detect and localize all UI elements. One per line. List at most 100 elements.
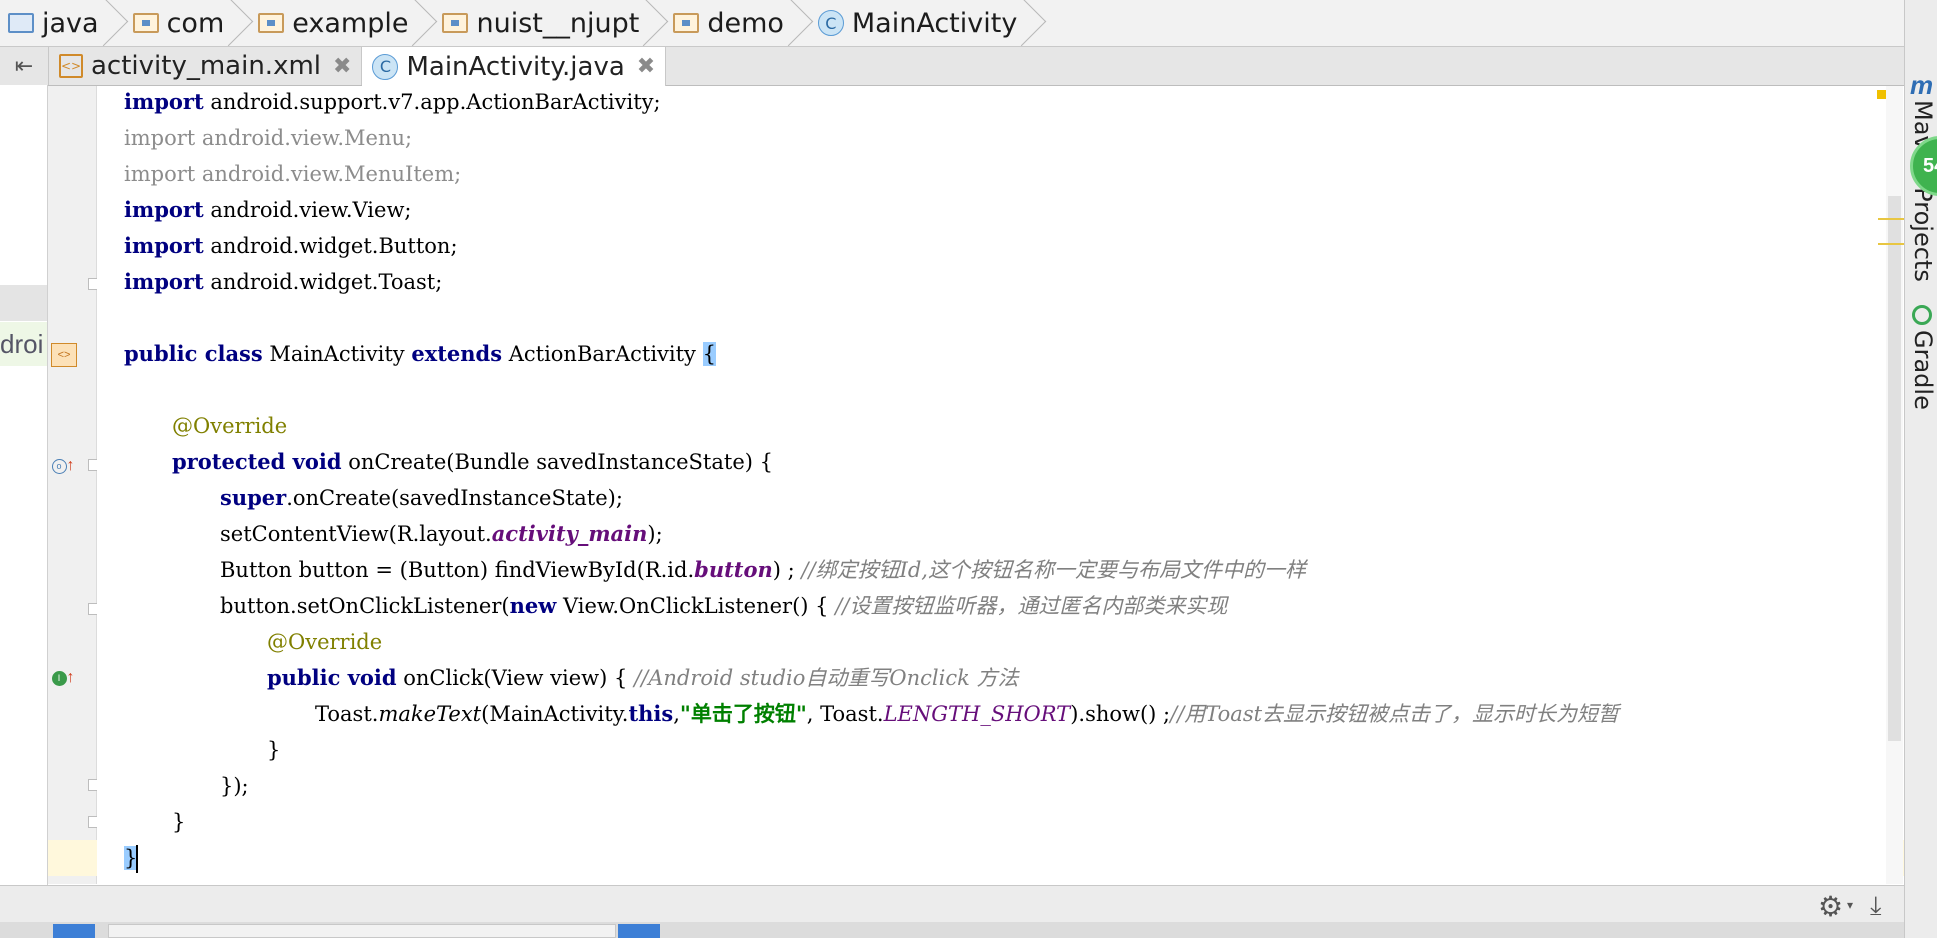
- breadcrumb-label: MainActivity: [851, 7, 1018, 39]
- code-line-6: import android.widget.Toast;: [124, 264, 442, 300]
- package-icon: [258, 13, 285, 33]
- breadcrumb: java com example nuist__njupt demo C Mai…: [0, 0, 1904, 47]
- code-text: );: [647, 522, 663, 546]
- override-method-icon[interactable]: o ↑: [49, 454, 77, 478]
- breadcrumb-label: nuist__njupt: [476, 7, 640, 39]
- code-text: button.setOnClickListener(: [220, 594, 510, 618]
- code-text: android.view.Menu;: [195, 126, 413, 150]
- code-editor[interactable]: import android.support.v7.app.ActionBarA…: [97, 86, 1903, 884]
- code-text: });: [220, 774, 249, 798]
- static-field: LENGTH_SHORT: [883, 702, 1071, 726]
- breadcrumb-label: java: [42, 7, 99, 39]
- breadcrumb-label: com: [166, 7, 225, 39]
- status-block[interactable]: [618, 924, 660, 938]
- gear-icon[interactable]: ⚙: [1818, 890, 1843, 923]
- project-panel-item[interactable]: droi: [0, 322, 47, 366]
- code-text: (MainActivity.: [481, 702, 629, 726]
- comment: //设置按钮监听器，通过匿名内部类来实现: [835, 594, 1228, 618]
- tab-label: activity_main.xml: [91, 51, 322, 81]
- status-block[interactable]: [53, 924, 95, 938]
- warning-marker[interactable]: [1878, 243, 1904, 245]
- keyword: this: [628, 701, 674, 726]
- string-literal: "单击了按钮": [679, 701, 807, 726]
- package-icon: [673, 13, 700, 33]
- code-text: Toast.: [315, 702, 379, 726]
- keyword: extends: [411, 341, 503, 366]
- chevron-down-icon[interactable]: ▾: [1847, 898, 1853, 912]
- code-line-11: protected void onCreate(Bundle savedInst…: [172, 444, 773, 480]
- code-line-12: super.onCreate(savedInstanceState);: [220, 480, 623, 516]
- project-panel-selection: [0, 285, 47, 321]
- tab-mainactivity-java[interactable]: C MainActivity.java ✖: [362, 47, 667, 86]
- comment: //用Toast去显示按钮被点击了，显示时长为短暂: [1170, 702, 1620, 726]
- keyword: import: [124, 269, 204, 294]
- inspection-status-icon[interactable]: [1877, 90, 1886, 99]
- code-text: Button button = (Button) findViewById(R.…: [220, 558, 695, 582]
- collapse-left-icon[interactable]: ⇤: [0, 47, 49, 85]
- project-panel-edge: [0, 85, 48, 885]
- text-cursor: [136, 845, 138, 873]
- code-text: View.OnClickListener() {: [556, 594, 836, 618]
- class-icon: C: [817, 10, 844, 36]
- code-line-8: public class MainActivity extends Action…: [124, 336, 716, 372]
- keyword: import: [124, 233, 204, 258]
- code-line-13: setContentView(R.layout.activity_main);: [220, 516, 663, 552]
- code-text: ) ;: [772, 558, 802, 582]
- code-line-5: import android.widget.Button;: [124, 228, 458, 264]
- breadcrumb-item-example[interactable]: example: [250, 0, 434, 46]
- keyword-unused: import: [124, 162, 196, 186]
- download-icon[interactable]: ⤓: [1870, 890, 1882, 922]
- code-line-4: import android.view.View;: [124, 192, 412, 228]
- code-text: android.support.v7.app.ActionBarActivity…: [203, 90, 661, 114]
- keyword: public void: [267, 665, 397, 690]
- close-icon[interactable]: ✖: [333, 54, 351, 79]
- breadcrumb-item-com[interactable]: com: [125, 0, 251, 46]
- keyword: import: [124, 89, 204, 114]
- code-text: ActionBarActivity: [502, 342, 703, 366]
- breadcrumb-label: demo: [707, 7, 784, 39]
- code-line-21: }: [172, 804, 185, 840]
- code-text: .onCreate(savedInstanceState);: [286, 486, 623, 510]
- code-line-19: }: [267, 732, 280, 768]
- code-text: android.view.MenuItem;: [195, 162, 462, 186]
- maven-icon: m: [1910, 70, 1934, 100]
- annotation: @Override: [172, 414, 288, 438]
- code-line-10: @Override: [172, 408, 287, 444]
- xml-layout-icon[interactable]: <>: [51, 343, 77, 367]
- folder-icon: [8, 13, 34, 33]
- annotation: @Override: [267, 630, 383, 654]
- code-line-2: import android.view.Menu;: [124, 120, 412, 156]
- horizontal-scrollbar[interactable]: [108, 924, 616, 938]
- code-text: onCreate(Bundle savedInstanceState) {: [341, 450, 773, 474]
- code-line-18: Toast.makeText(MainActivity.this,"单击了按钮"…: [315, 696, 1619, 732]
- xml-file-icon: <>: [59, 54, 83, 78]
- tab-label: MainActivity.java: [406, 51, 625, 82]
- code-text: android.view.View;: [203, 198, 412, 222]
- breadcrumb-item-java[interactable]: java: [0, 0, 125, 46]
- code-text: onClick(View view) {: [396, 666, 635, 690]
- gradle-tool-button[interactable]: Gradle: [1909, 330, 1937, 410]
- keyword: import: [124, 197, 204, 222]
- static-method: makeText: [378, 702, 482, 726]
- keyword: public class: [124, 341, 263, 366]
- class-icon: C: [372, 53, 399, 80]
- code-text: android.widget.Button;: [203, 234, 458, 258]
- breadcrumb-item-demo[interactable]: demo: [665, 0, 810, 46]
- code-line-17: public void onClick(View view) { //Andro…: [267, 660, 1019, 696]
- editor-gutter[interactable]: [48, 86, 97, 884]
- scrollbar-thumb[interactable]: [1888, 196, 1901, 741]
- breadcrumb-item-nuist-njupt[interactable]: nuist__njupt: [434, 0, 665, 46]
- field-ref: button: [694, 557, 773, 582]
- package-icon: [132, 13, 159, 33]
- warning-marker[interactable]: [1878, 218, 1904, 220]
- code-text: }: [172, 810, 186, 834]
- code-text: MainActivity: [262, 342, 412, 366]
- implement-method-icon[interactable]: I ↑: [49, 666, 77, 690]
- tab-activity-main-xml[interactable]: <> activity_main.xml ✖: [49, 47, 363, 85]
- breadcrumb-item-mainactivity[interactable]: C MainActivity: [810, 0, 1043, 46]
- field-ref: activity_main: [491, 521, 648, 546]
- code-line-3: import android.view.MenuItem;: [124, 156, 461, 192]
- close-icon[interactable]: ✖: [637, 54, 655, 79]
- code-line-14: Button button = (Button) findViewById(R.…: [220, 552, 1306, 588]
- keyword: super: [220, 485, 287, 510]
